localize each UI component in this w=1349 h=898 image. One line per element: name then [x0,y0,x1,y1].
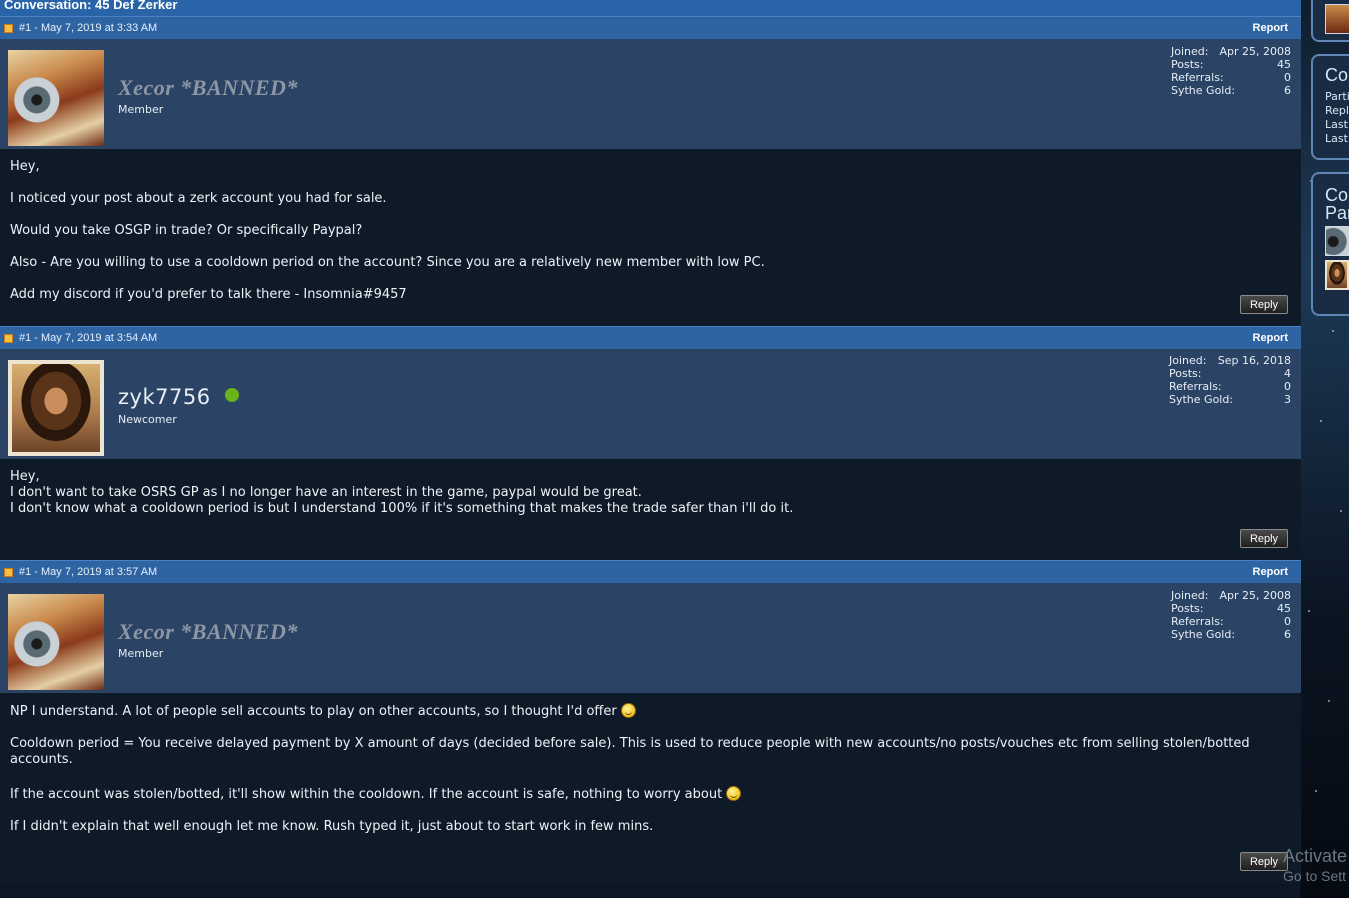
post-text-span: If the account was stolen/botted, it'll … [10,787,723,802]
post-text: I don't want to take OSRS GP as I no lon… [10,485,642,500]
post-meta: #1 - May 7, 2019 at 3:54 AM [19,332,158,344]
user-title: Member [118,103,164,116]
smiley-icon [620,703,636,718]
stat-value: 4 [1284,367,1291,380]
watermark-line: Activate [1283,846,1348,866]
stat-value: 3 [1284,393,1291,406]
conversation-title: Conversation: 45 Def Zerker [0,0,1301,16]
avatar[interactable] [8,360,104,456]
report-link[interactable]: Report [1253,22,1301,34]
stat-label: Joined: [1171,589,1209,602]
user-panel: zyk7756 Newcomer Joined: Sep 16, 2018 Pos… [0,349,1301,459]
stat-label: Joined: [1169,354,1207,367]
post-meta: #1 - May 7, 2019 at 3:33 AM [19,22,158,34]
post-icon [4,567,13,577]
user-stats: Joined: Apr 25, 2008 Posts: 45 Referrals: 0… [1171,589,1291,641]
stat-value: 45 [1277,58,1291,71]
conversation-main: Conversation: 45 Def Zerker #1 - May 7, … [0,0,1301,898]
watermark-line: Go to Sett [1283,868,1347,884]
stat-label: Posts: [1171,602,1204,615]
widget-heading: Co [1325,65,1349,85]
avatar[interactable] [8,50,104,146]
widget-line: Last [1325,118,1348,131]
widget-heading: Co [1325,185,1349,205]
user-panel: Xecor *BANNED* Member Joined: Apr 25, 200… [0,39,1301,149]
user-stats: Joined: Apr 25, 2008 Posts: 45 Referrals: 0… [1171,45,1291,97]
sidebar-thumb[interactable] [1325,4,1349,34]
post-body: NP I understand. A lot of people sell ac… [0,693,1301,883]
sidebar-widget-conversation-info: Co Parti Repl Last Last [1311,54,1349,160]
user-stats: Joined: Sep 16, 2018 Posts: 4 Referrals: 0 … [1169,354,1291,406]
stat-value: 0 [1284,380,1291,393]
stat-label: Referrals: [1169,380,1222,393]
post-text: Add my discord if you'd prefer to talk t… [10,287,407,302]
reply-button[interactable]: Reply [1240,295,1288,314]
username-text[interactable]: zyk7756 [118,385,211,409]
post-text: Hey, [10,469,40,484]
stat-label: Referrals: [1171,615,1224,628]
avatar[interactable] [8,594,104,690]
reply-button[interactable]: Reply [1240,529,1288,548]
post-text: NP I understand. A lot of people sell ac… [10,703,1291,720]
post-icon [4,333,13,343]
participant-avatar[interactable] [1325,260,1349,290]
stat-value: 6 [1284,628,1291,641]
stat-label: Referrals: [1171,71,1224,84]
user-title: Newcomer [118,413,177,426]
post-meta: #1 - May 7, 2019 at 3:57 AM [19,566,158,578]
stat-label: Posts: [1171,58,1204,71]
post-text-span: NP I understand. A lot of people sell ac… [10,704,617,719]
stat-value: 45 [1277,602,1291,615]
user-panel: Xecor *BANNED* Member Joined: Apr 25, 200… [0,583,1301,693]
post-header-bar: #1 - May 7, 2019 at 3:54 AM Report [0,326,1301,349]
post-icon [4,23,13,33]
post-text: If the account was stolen/botted, it'll … [10,786,1291,803]
post-text: Hey, [10,159,40,174]
post-header-bar: #1 - May 7, 2019 at 3:57 AM Report [0,560,1301,583]
widget-line: Repl [1325,104,1349,117]
activate-windows-watermark: Activate Go to Sett [1283,846,1347,884]
post-text: I don't know what a cooldown period is b… [10,501,794,516]
post: #1 - May 7, 2019 at 3:33 AM Report Xecor… [0,16,1301,326]
post-text: I noticed your post about a zerk account… [10,191,387,206]
username[interactable]: Xecor *BANNED* [118,75,298,101]
post-body: Hey, I don't want to take OSRS GP as I n… [0,459,1301,560]
stat-value: Apr 25, 2008 [1219,589,1291,602]
post-text: Also - Are you willing to use a cooldown… [10,255,765,270]
smiley-icon [726,786,742,801]
post-body: Hey, I noticed your post about a zerk ac… [0,149,1301,326]
sidebar-widget-participants: Co Par [1311,172,1349,316]
post-text: Would you take OSGP in trade? Or specifi… [10,223,363,238]
widget-heading-2: Par [1325,203,1349,223]
report-link[interactable]: Report [1253,332,1301,344]
participant-avatar[interactable] [1325,226,1349,256]
stat-value: 0 [1284,71,1291,84]
stat-label: Sythe Gold: [1169,393,1234,406]
stat-value: 0 [1284,615,1291,628]
post: #1 - May 7, 2019 at 3:54 AM Report zyk77… [0,326,1301,560]
post-header-bar: #1 - May 7, 2019 at 3:33 AM Report [0,16,1301,39]
widget-line: Last [1325,132,1348,145]
stat-label: Joined: [1171,45,1209,58]
post-text: Cooldown period = You receive delayed pa… [10,736,1250,767]
username[interactable]: zyk7756 [118,385,239,409]
sidebar-widget-top [1311,0,1349,42]
report-link[interactable]: Report [1253,566,1301,578]
stat-label: Sythe Gold: [1171,628,1236,641]
stat-value: Sep 16, 2018 [1217,354,1291,367]
post: #1 - May 7, 2019 at 3:57 AM Report Xecor… [0,560,1301,883]
widget-line: Parti [1325,90,1349,103]
user-title: Member [118,647,164,660]
username[interactable]: Xecor *BANNED* [118,619,298,645]
online-status-icon [224,388,239,402]
reply-button[interactable]: Reply [1240,852,1288,871]
stat-value: Apr 25, 2008 [1219,45,1291,58]
stat-label: Posts: [1169,367,1202,380]
post-text: If I didn't explain that well enough let… [10,819,654,834]
stat-value: 6 [1284,84,1291,97]
stat-label: Sythe Gold: [1171,84,1236,97]
